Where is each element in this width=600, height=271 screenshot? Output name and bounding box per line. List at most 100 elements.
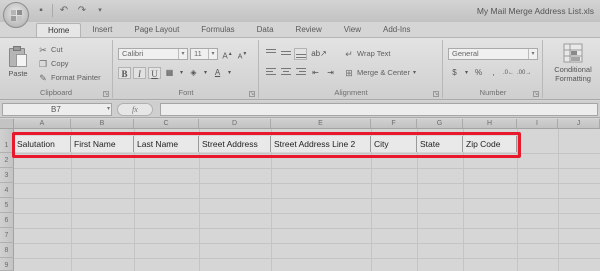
gridline xyxy=(14,213,600,214)
column-header-j[interactable]: J xyxy=(558,119,600,129)
borders-icon[interactable]: ▦ xyxy=(163,67,176,79)
column-header-c[interactable]: C xyxy=(134,119,199,129)
name-box[interactable]: B7 ▾ xyxy=(2,103,112,116)
conditional-formatting-label-1: Conditional xyxy=(554,65,592,74)
dropdown-icon[interactable]: ▾ xyxy=(226,67,233,79)
fill-color-icon[interactable]: ◈ xyxy=(187,67,200,79)
row-header-9[interactable]: 9 xyxy=(0,258,14,271)
column-header-a[interactable]: A xyxy=(14,119,71,129)
paste-label: Paste xyxy=(8,69,28,78)
font-name-value: Calibri xyxy=(122,49,144,58)
align-right-icon[interactable] xyxy=(294,67,307,79)
merge-center-button[interactable]: ⊞ Merge & Center ▾ xyxy=(344,67,416,79)
save-icon[interactable]: ▪ xyxy=(34,4,48,17)
row-header-6[interactable]: 6 xyxy=(0,213,14,228)
row-header-7[interactable]: 7 xyxy=(0,228,14,243)
format-painter-button[interactable]: ✎ Format Painter xyxy=(38,72,101,84)
header-row-highlight xyxy=(12,132,521,158)
tab-review[interactable]: Review xyxy=(285,23,333,37)
orientation-icon[interactable]: ab↗ xyxy=(309,48,329,60)
horizontal-align-buttons: ⇤ ⇥ xyxy=(264,67,337,79)
bold-icon[interactable]: B xyxy=(118,67,131,79)
row-header-5[interactable]: 5 xyxy=(0,198,14,213)
ribbon: Paste ✂ Cut ❐ Copy ✎ Format Painter Clip… xyxy=(0,37,600,100)
insert-function-icon[interactable]: fx xyxy=(132,105,138,114)
wrap-text-button[interactable]: ↵ Wrap Text xyxy=(344,48,390,60)
column-header-e[interactable]: E xyxy=(271,119,371,129)
tab-view[interactable]: View xyxy=(333,23,372,37)
tab-formulas[interactable]: Formulas xyxy=(190,23,245,37)
comma-style-icon[interactable]: , xyxy=(487,67,500,79)
column-header-h[interactable]: H xyxy=(463,119,517,129)
currency-button[interactable]: $ xyxy=(448,67,461,79)
font-name-select[interactable]: Calibri ▾ xyxy=(118,48,188,60)
tab-page-layout[interactable]: Page Layout xyxy=(123,23,190,37)
redo-icon[interactable]: ↷ xyxy=(75,4,89,17)
dialog-launcher-icon[interactable]: ↘ xyxy=(433,91,439,97)
copy-button[interactable]: ❐ Copy xyxy=(38,58,69,70)
font-size-value: 11 xyxy=(194,49,202,58)
grow-font-icon[interactable]: A▲ xyxy=(221,48,234,61)
dialog-launcher-icon[interactable]: ↘ xyxy=(249,91,255,97)
align-bottom-icon[interactable] xyxy=(294,48,307,60)
quick-access-toolbar: ▪ ↶ ↷ ▾ xyxy=(34,4,107,17)
number-buttons: $ ▾ % , .0← .00→ xyxy=(448,67,531,79)
font-color-icon[interactable]: A xyxy=(211,67,224,79)
alignment-group-label: Alignment xyxy=(334,88,368,97)
select-all-corner[interactable] xyxy=(0,119,14,129)
shrink-font-icon[interactable]: A▼ xyxy=(236,48,249,60)
decrease-decimal-icon[interactable]: .00→ xyxy=(517,67,531,79)
align-middle-icon[interactable] xyxy=(279,48,292,60)
chevron-down-icon: ▾ xyxy=(178,49,187,59)
number-group-label: Number xyxy=(479,88,507,97)
align-left-icon[interactable] xyxy=(264,67,277,79)
font-group-label: Font xyxy=(178,88,194,97)
customize-qat-icon[interactable]: ▾ xyxy=(93,4,107,17)
title-bar: ▪ ↶ ↷ ▾ My Mail Merge Address List.xls xyxy=(0,0,600,22)
dropdown-icon[interactable]: ▾ xyxy=(202,67,209,79)
dropdown-icon[interactable]: ▾ xyxy=(178,67,185,79)
row-header-3[interactable]: 3 xyxy=(0,168,14,183)
formula-input[interactable] xyxy=(160,103,598,116)
align-center-icon[interactable] xyxy=(279,67,292,79)
dialog-launcher-icon[interactable]: ↘ xyxy=(533,91,539,97)
paste-button[interactable]: Paste xyxy=(4,46,32,78)
cut-button[interactable]: ✂ Cut xyxy=(38,44,62,56)
brush-icon: ✎ xyxy=(39,73,47,83)
styles-group: Conditional Formatting xyxy=(544,40,600,98)
office-button[interactable] xyxy=(3,2,29,28)
clipboard-group: Paste ✂ Cut ❐ Copy ✎ Format Painter Clip… xyxy=(0,40,113,98)
row-header-8[interactable]: 8 xyxy=(0,243,14,258)
dropdown-icon[interactable]: ▾ xyxy=(463,67,470,79)
chevron-down-icon: ▾ xyxy=(208,49,217,59)
undo-icon[interactable]: ↶ xyxy=(57,4,71,17)
tab-insert[interactable]: Insert xyxy=(81,23,123,37)
decrease-indent-icon[interactable]: ⇤ xyxy=(309,67,322,79)
chevron-down-icon: ▾ xyxy=(528,49,537,59)
row-header-4[interactable]: 4 xyxy=(0,183,14,198)
chevron-down-icon: ▾ xyxy=(412,70,416,76)
dialog-launcher-icon[interactable]: ↘ xyxy=(103,91,109,97)
increase-decimal-icon[interactable]: .0← xyxy=(502,67,515,79)
font-size-select[interactable]: 11 ▾ xyxy=(190,48,218,60)
italic-icon[interactable]: I xyxy=(133,67,146,79)
underline-icon[interactable]: U xyxy=(148,67,161,79)
align-top-icon[interactable] xyxy=(264,48,277,60)
chevron-down-icon: ▾ xyxy=(106,106,110,112)
column-header-i[interactable]: I xyxy=(517,119,558,129)
column-header-f[interactable]: F xyxy=(371,119,417,129)
column-header-g[interactable]: G xyxy=(417,119,463,129)
tab-add-ins[interactable]: Add-Ins xyxy=(372,23,422,37)
font-style-buttons: B I U ▦ ▾ ◈ ▾ A ▾ xyxy=(118,67,233,79)
increase-indent-icon[interactable]: ⇥ xyxy=(324,67,337,79)
column-header-d[interactable]: D xyxy=(199,119,271,129)
tab-home[interactable]: Home xyxy=(36,23,82,37)
insert-function-area: fx xyxy=(117,103,153,116)
gridline xyxy=(14,198,600,199)
number-format-select[interactable]: General ▾ xyxy=(448,48,538,60)
format-painter-label: Format Painter xyxy=(51,73,101,82)
conditional-formatting-button[interactable]: Conditional Formatting xyxy=(546,43,600,83)
tab-data[interactable]: Data xyxy=(246,23,285,37)
column-header-b[interactable]: B xyxy=(71,119,134,129)
percent-button[interactable]: % xyxy=(472,67,485,79)
